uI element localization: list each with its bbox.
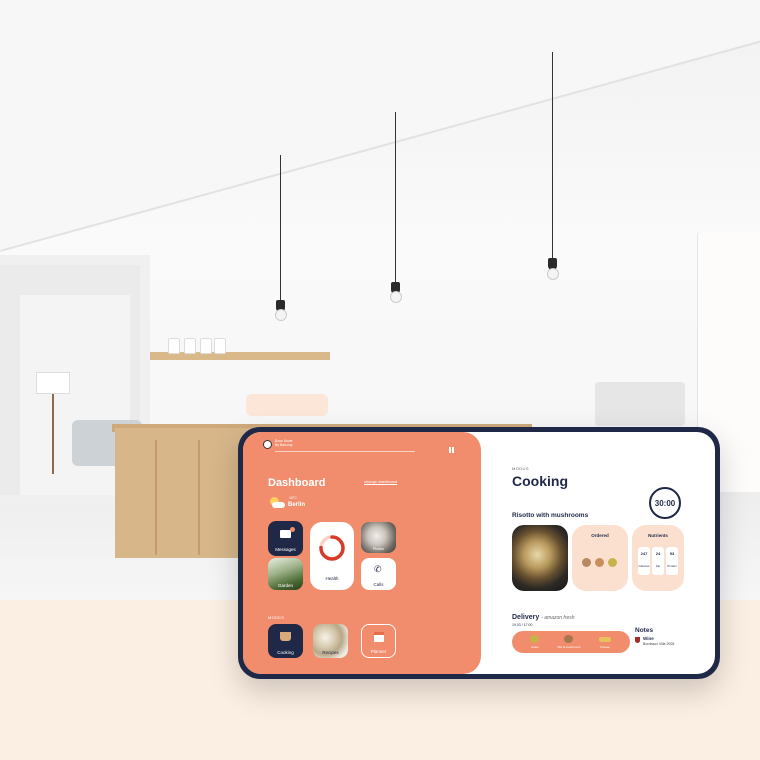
nutrient-name: Calories — [638, 564, 650, 568]
health-tile[interactable]: Health — [310, 522, 354, 590]
music-player[interactable]: Boss Mode By Balcony — [263, 438, 463, 456]
pear-icon — [608, 558, 617, 567]
mushroom-icon — [595, 558, 604, 567]
pendant-wire — [280, 155, 281, 303]
nutrient-value: 53 — [669, 551, 675, 556]
dashboard-title: Dashboard — [268, 477, 326, 489]
delivery-item: Pears — [522, 634, 548, 650]
nutrient-value: 247 — [640, 551, 648, 556]
track-info: Boss Mode By Balcony — [275, 439, 293, 447]
pear-icon — [530, 635, 539, 643]
jar — [184, 338, 196, 354]
nutrient-value: 24 — [655, 551, 661, 556]
floor-lamp-shade — [36, 372, 70, 394]
cooking-mode-tile[interactable]: Cooking — [268, 624, 303, 658]
pause-icon[interactable] — [449, 447, 455, 453]
wall-widget-projection — [246, 394, 328, 416]
health-ring — [319, 535, 345, 561]
tablet-screen: Boss Mode By Balcony Dashboard change da… — [243, 432, 715, 674]
change-dashboard-link[interactable]: change dashboard — [364, 479, 397, 484]
notification-badge — [290, 527, 295, 532]
playback-progress[interactable] — [275, 451, 415, 452]
notes-title: Notes — [635, 627, 654, 634]
photo-label: Photos — [373, 547, 384, 551]
nutrients-card[interactable]: Nutrients 247 Calories 24 Fat 53 Protein — [632, 525, 684, 591]
nutrient-fat: 24 Fat — [652, 547, 664, 575]
espresso-machine — [595, 382, 685, 426]
album-art — [263, 440, 272, 449]
phone-icon: ✆ — [374, 564, 382, 574]
risotto-image — [512, 525, 568, 591]
calls-label: Calls — [373, 582, 384, 587]
delivery-item: Mix of mushrooms — [556, 634, 582, 650]
envelope-icon — [280, 530, 291, 538]
nutrient-protein: 53 Protein — [666, 547, 678, 575]
ordered-title: Ordered — [591, 533, 609, 538]
mode-label: MODUS — [512, 466, 529, 471]
wine-note-title[interactable]: Wine — [643, 636, 654, 641]
weather-temp: 18°C — [289, 496, 297, 500]
cooking-title: Cooking — [512, 473, 568, 489]
wine-glass-icon — [635, 637, 640, 643]
recipe-name: Risotto with mushrooms — [512, 512, 589, 519]
pendant-wire — [395, 112, 396, 285]
nutrient-name: Protein — [667, 564, 677, 568]
cabinet-divider — [198, 440, 200, 555]
pot-icon — [280, 632, 291, 641]
delivery-item-label: Cheese — [600, 645, 610, 649]
calls-tile[interactable]: ✆ Calls — [361, 558, 396, 590]
garden-label: Garden — [277, 583, 293, 588]
weather-city: Berlin — [288, 502, 306, 508]
delivery-heading: Delivery - amazon fresh — [512, 614, 575, 621]
dashboard-panel: Boss Mode By Balcony Dashboard change da… — [243, 432, 481, 674]
delivery-source: - amazon fresh — [541, 615, 575, 621]
delivery-item-label: Mix of mushrooms — [557, 645, 581, 649]
cooking-timer[interactable]: 30:00 — [649, 487, 681, 519]
pendant-wire — [552, 52, 553, 260]
recipes-mode-label: Recipes — [322, 650, 339, 655]
nutrients-title: Nutrients — [648, 533, 668, 538]
planner-mode-tile[interactable]: Planner — [361, 624, 396, 658]
cabinet-divider — [155, 440, 157, 555]
health-label: Health — [325, 576, 339, 581]
jar — [214, 338, 226, 354]
delivery-date: 19.03 / 17:00 — [512, 623, 533, 627]
nutrient-calories: 247 Calories — [638, 547, 650, 575]
partly-cloudy-icon — [268, 497, 285, 509]
track-artist: By Balcony — [275, 443, 293, 447]
calendar-icon — [374, 632, 384, 642]
delivery-item-label: Pears — [531, 645, 539, 649]
nutrient-name: Fat — [655, 564, 661, 568]
tablet-device: Boss Mode By Balcony Dashboard change da… — [238, 427, 720, 679]
jar — [200, 338, 212, 354]
mushroom-icon — [564, 635, 573, 643]
wine-note-detail: Bordeaux Villa 2008 — [643, 642, 675, 646]
kitchen-island — [115, 428, 250, 558]
pendant-bulb — [390, 291, 402, 303]
pendant-bulb — [275, 309, 287, 321]
delivery-items-bar[interactable]: Pears Mix of mushrooms Cheese — [512, 631, 630, 653]
ordered-card[interactable]: Ordered — [572, 525, 628, 591]
pendant-bulb — [547, 268, 559, 280]
recipes-mode-tile[interactable]: Recipes — [313, 624, 348, 658]
delivery-title: Delivery — [512, 614, 540, 621]
cooking-mode-label: Cooking — [277, 650, 294, 655]
garden-tile[interactable]: Garden — [268, 558, 303, 590]
ceiling — [0, 0, 760, 250]
photo-tile[interactable]: Photos — [361, 522, 396, 553]
mushroom-icon — [582, 558, 591, 567]
messages-tile[interactable]: Messages — [268, 521, 303, 556]
cheese-icon — [599, 637, 611, 642]
jar — [168, 338, 180, 354]
modes-heading: MODES — [268, 615, 285, 620]
planner-mode-label: Planner — [370, 649, 387, 654]
delivery-item: Cheese — [592, 634, 618, 650]
floor-lamp-stand — [52, 394, 54, 474]
messages-label: Messages — [275, 547, 296, 552]
